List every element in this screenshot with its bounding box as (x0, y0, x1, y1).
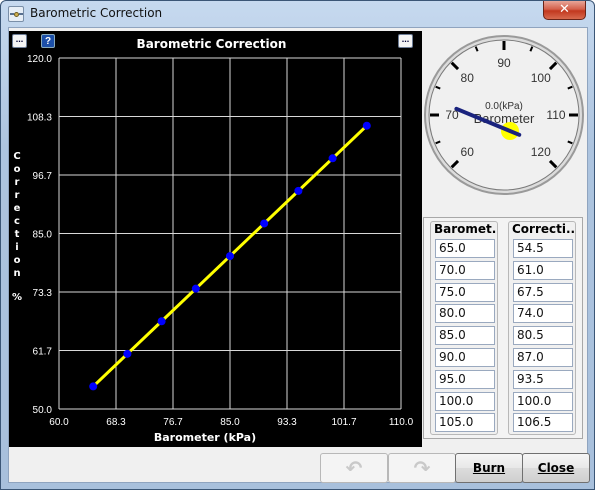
data-point (191, 284, 200, 293)
x-tick-label: 85.0 (220, 417, 240, 428)
x-axis-label: Barometer (kPa) (154, 431, 256, 444)
burn-button[interactable]: Burn (455, 453, 523, 483)
curve-table: Baromet... 65.070.075.080.085.090.095.01… (423, 217, 583, 439)
barometer-gauge: 60 70 80 90 100 110 120 0.0(kPa) Barometer (422, 31, 586, 203)
x-tick-label: 60.0 (49, 417, 69, 428)
app-icon (8, 6, 24, 22)
x-tick-label: 110.0 (389, 417, 414, 428)
window-title: Barometric Correction (30, 6, 163, 20)
barometer-cell[interactable]: 85.0 (435, 326, 495, 346)
x-tick-label: 68.3 (106, 417, 126, 428)
barometer-cell[interactable]: 95.0 (435, 369, 495, 389)
help-button[interactable]: ? (41, 34, 55, 48)
barometer-column: Baromet... 65.070.075.080.085.090.095.01… (430, 221, 498, 435)
correction-column: Correcti... 54.5 61.0 67.5 74.0 80.5 87.0 93.5… (508, 221, 576, 435)
gauge-tick-label: 90 (497, 56, 511, 70)
data-point (294, 186, 303, 195)
y-tick-label: 73.3 (33, 288, 53, 299)
barometer-cell[interactable]: 75.0 (435, 282, 495, 302)
barometric-correction-window: Barometric Correction ✕ 60.0 68.3 76.7 85.0… (0, 0, 595, 490)
undo-icon: ↶ (345, 456, 363, 480)
correction-cell[interactable]: 87.0 (513, 348, 573, 367)
gauge-tick-label: 100 (531, 71, 551, 85)
title-bar[interactable]: Barometric Correction ✕ (1, 1, 594, 27)
x-tick-label: 101.7 (331, 417, 356, 428)
y-axis-label: Co r r e c t i o n% (12, 151, 22, 303)
correction-column-header: Correcti... (512, 222, 575, 236)
close-button[interactable]: Close (522, 453, 590, 483)
window-close-button[interactable]: ✕ (543, 1, 586, 20)
y-tick-label: 50.0 (33, 405, 53, 416)
chart-options-button[interactable]: ... (398, 34, 413, 48)
correction-cell[interactable]: 74.0 (513, 304, 573, 324)
x-tick-label: 93.3 (277, 417, 297, 428)
dialog-body: 60.0 68.3 76.7 85.0 93.3 101.7 110.0 50.0 61.7 73… (8, 27, 590, 483)
data-point (123, 349, 132, 358)
y-tick-label: 61.7 (33, 347, 53, 358)
barometer-cell[interactable]: 90.0 (435, 348, 495, 367)
barometer-cell[interactable]: 80.0 (435, 304, 495, 324)
y-tick-label: 96.7 (33, 171, 53, 182)
correction-cell[interactable]: 61.0 (513, 260, 573, 280)
correction-cell[interactable]: 100.0 (513, 391, 573, 411)
correction-cell[interactable]: 106.5 (513, 413, 573, 433)
barometer-cell[interactable]: 70.0 (435, 260, 495, 280)
data-point (362, 121, 371, 130)
data-point (89, 382, 98, 391)
gauge-tick-label: 110 (546, 108, 565, 122)
undo-button[interactable]: ↶ (320, 453, 388, 483)
correction-chart[interactable]: 60.0 68.3 76.7 85.0 93.3 101.7 110.0 50.0 61.7 73… (9, 31, 422, 447)
data-point (157, 317, 166, 326)
gauge-tick-label: 80 (461, 71, 475, 85)
gauge-tick-label: 120 (531, 145, 551, 159)
chart-panel: 60.0 68.3 76.7 85.0 93.3 101.7 110.0 50.0 61.7 73… (9, 31, 422, 447)
data-point (260, 219, 269, 228)
barometer-cell[interactable]: 105.0 (435, 413, 495, 433)
redo-button[interactable]: ↷ (388, 453, 456, 483)
data-point (226, 252, 234, 261)
barometer-column-header: Baromet... (434, 222, 497, 236)
correction-cell[interactable]: 80.5 (513, 326, 573, 346)
y-tick-label: 85.0 (33, 230, 53, 241)
data-point (328, 154, 337, 163)
chart-menu-button[interactable]: ... (12, 34, 27, 48)
gauge-tick-label: 60 (461, 145, 475, 159)
barometer-cell[interactable]: 65.0 (435, 239, 495, 258)
correction-cell[interactable]: 67.5 (513, 282, 573, 302)
barometer-cell[interactable]: 100.0 (435, 391, 495, 411)
y-tick-label: 120.0 (27, 54, 52, 65)
x-tick-label: 76.7 (163, 417, 183, 428)
correction-cell[interactable]: 54.5 (513, 239, 573, 258)
y-tick-label: 108.3 (27, 113, 52, 124)
chart-title: Barometric Correction (136, 37, 287, 51)
redo-icon: ↷ (413, 456, 431, 480)
correction-cell[interactable]: 93.5 (513, 369, 573, 389)
